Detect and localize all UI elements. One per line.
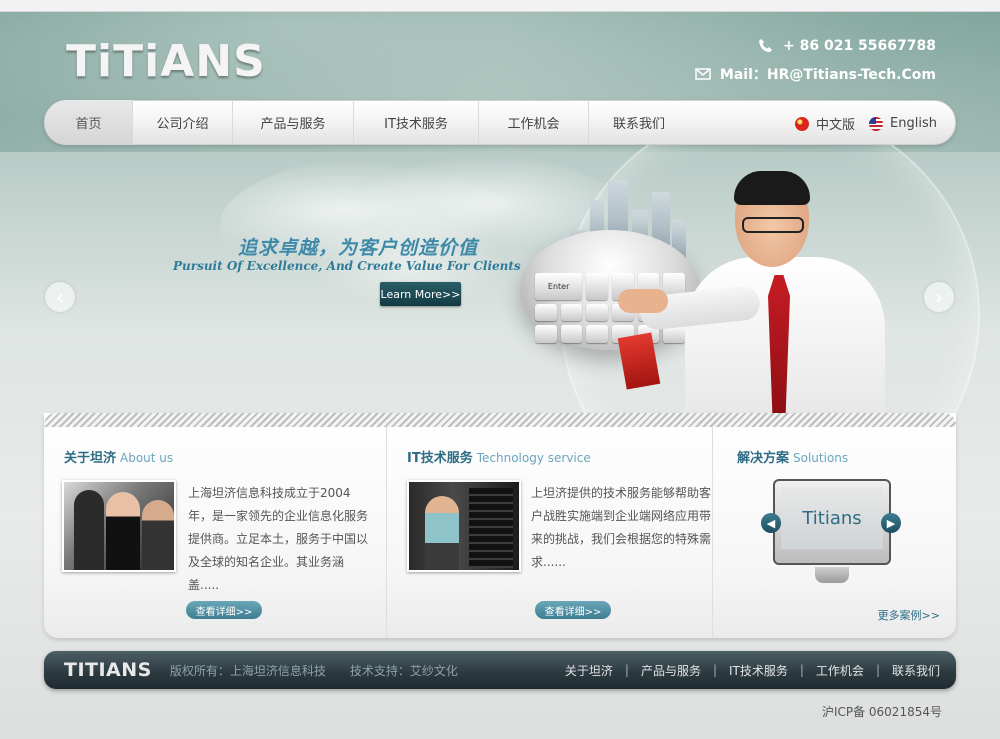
solutions-title-cn: 解决方案 [737, 451, 790, 466]
solutions-prev-button[interactable]: ◀ [761, 513, 781, 533]
lang-english[interactable]: English [890, 116, 937, 131]
icp-license: 沪ICP备 06021854号 [821, 705, 942, 719]
solutions-section: 解决方案 Solutions Titians ◀ ▶ 更多案例>> [713, 427, 956, 638]
about-title-cn: 关于坦济 [64, 451, 117, 466]
footer-link-products[interactable]: 产品与服务 [641, 662, 701, 679]
service-title-cn: IT技术服务 [407, 451, 473, 466]
nav-item-home[interactable]: 首页 [45, 100, 133, 145]
nav-item-products[interactable]: 产品与服务 [233, 100, 354, 145]
phone-number: + 86 021 55667788 [783, 38, 936, 54]
enter-key-label: Enter [535, 273, 583, 300]
site-logo[interactable]: TiTiANS [66, 36, 266, 87]
about-photo [62, 480, 176, 572]
about-detail-button[interactable]: 查看详细>> [186, 601, 262, 619]
footer-link-contact[interactable]: 联系我们 [892, 662, 940, 679]
us-flag-icon [869, 116, 884, 131]
it-service-section: IT技术服务 Technology service 上坦济提供的技术服务能够帮助客… [387, 427, 713, 638]
service-description: 上坦济提供的技术服务能够帮助客户战胜实施端到企业端网络应用带来的挑战，我们会根据… [531, 486, 712, 569]
footer-separator: | [712, 663, 717, 677]
footer-separator: | [875, 663, 880, 677]
footer-separator: | [624, 663, 629, 677]
about-description: 上海坦济信息科技成立于2004年，是一家领先的企业信息化服务提供商。立足本土，服… [188, 486, 369, 592]
banner-slogan-en: Pursuit Of Excellence, And Create Value … [173, 259, 521, 273]
main-nav: 首页 公司介绍 产品与服务 IT技术服务 工作机会 联系我们 中文版 Engli… [44, 100, 956, 145]
learn-more-button[interactable]: Learn More>> [380, 282, 461, 306]
footer-separator: | [799, 663, 804, 677]
nav-item-careers[interactable]: 工作机会 [479, 100, 589, 145]
monitor-screen-text: Titians [781, 487, 883, 549]
footer-link-it-services[interactable]: IT技术服务 [729, 662, 788, 679]
footer-link-about[interactable]: 关于坦济 [565, 662, 613, 679]
panel-stripe-decoration [44, 413, 956, 427]
content-panel: 关于坦济 About us 上海坦济信息科技成立于2004年，是一家领先的企业信息… [44, 413, 956, 638]
hero-banner: 追求卓越，为客户创造价值 Pursuit Of Excellence, And … [0, 145, 1000, 413]
footer-bar: TITIANS 版权所有：上海坦济信息科技 技术支持：艾纱文化 关于坦济 | 产… [44, 651, 956, 689]
banner-prev-button[interactable]: ‹ [45, 282, 75, 312]
browser-top-strip [0, 0, 1000, 12]
solutions-title: 解决方案 Solutions [737, 447, 848, 466]
footer-logo: TITIANS [64, 659, 152, 681]
banner-slogan-cn: 追求卓越，为客户创造价值 [238, 237, 479, 259]
contact-info: + 86 021 55667788 Mail：HR@Titians-Tech.C… [694, 36, 936, 92]
mail-address[interactable]: Mail：HR@Titians-Tech.Com [720, 64, 936, 84]
about-section: 关于坦济 About us 上海坦济信息科技成立于2004年，是一家领先的企业信息… [44, 427, 387, 638]
about-title: 关于坦济 About us [64, 447, 173, 466]
lang-chinese[interactable]: 中文版 [816, 114, 855, 133]
phone-icon [757, 38, 775, 54]
monitor-stand [815, 567, 849, 583]
service-title-en: Technology service [476, 451, 591, 465]
monitor-graphic: Titians [773, 479, 891, 565]
service-title: IT技术服务 Technology service [407, 447, 591, 466]
footer-links: 关于坦济 | 产品与服务 | IT技术服务 | 工作机会 | 联系我们 [565, 651, 940, 689]
china-flag-icon [795, 116, 810, 131]
service-photo [407, 480, 521, 572]
service-detail-button[interactable]: 查看详细>> [535, 601, 611, 619]
nav-item-it-services[interactable]: IT技术服务 [354, 100, 479, 145]
about-title-en: About us [120, 451, 174, 465]
solutions-next-button[interactable]: ▶ [881, 513, 901, 533]
footer-tech-support: 技术支持：艾纱文化 [349, 663, 458, 678]
banner-next-button[interactable]: › [924, 282, 954, 312]
footer-copyright: 版权所有：上海坦济信息科技 [169, 663, 326, 678]
solutions-title-en: Solutions [793, 451, 849, 465]
nav-item-contact[interactable]: 联系我们 [589, 100, 689, 145]
footer-link-careers[interactable]: 工作机会 [816, 662, 864, 679]
nav-item-about[interactable]: 公司介绍 [133, 100, 233, 145]
mail-icon [694, 66, 712, 82]
more-cases-link[interactable]: 更多案例>> [878, 607, 940, 623]
language-switcher: 中文版 English [795, 101, 937, 146]
businessman-photo [618, 171, 890, 413]
